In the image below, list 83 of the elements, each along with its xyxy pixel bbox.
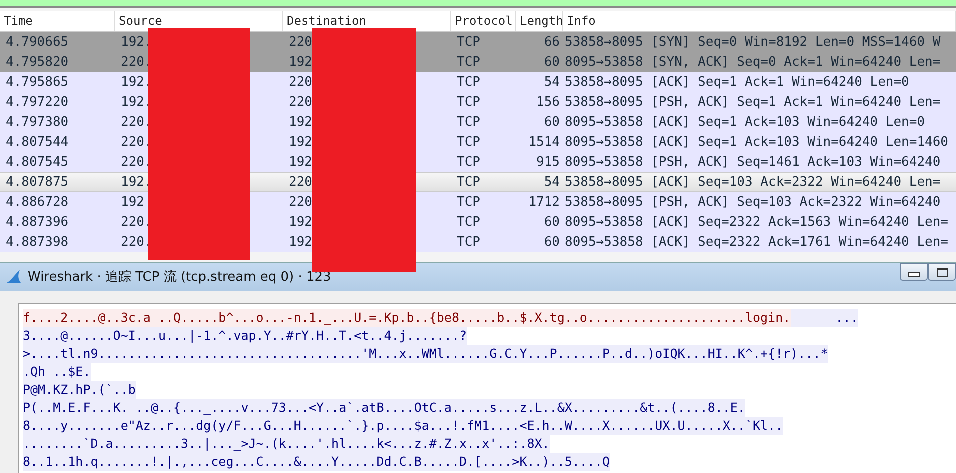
destination-cell-text: 220 (288, 194, 314, 210)
time-cell-text: 4.807544 (5, 134, 70, 150)
time-cell-text: 4.886728 (5, 194, 70, 210)
length-cell-text: 54 (543, 174, 561, 190)
source-cell-text: 220. (120, 134, 154, 150)
info-cell-text: 8095→53858 [ACK] Seq=2322 Ack=1761 Win=64240 Len= (564, 234, 950, 250)
destination-cell-text: 220 (288, 94, 314, 110)
length-cell-text: 60 (543, 234, 561, 250)
maximize-button[interactable] (928, 263, 956, 281)
source-cell-text: 220. (120, 154, 154, 170)
stream-text: ... (790, 309, 858, 327)
protocol-cell-text: TCP (456, 74, 482, 90)
column-header[interactable]: Length (516, 11, 563, 31)
protocol-cell-text: TCP (456, 94, 482, 110)
stream-text: 3....@......O~I...u...|-1.^.vap.Y..#rY.H..T.<t..4.j.......? (23, 327, 468, 345)
source-cell-text: 192. (120, 94, 154, 110)
destination-cell-text: 220 (288, 174, 314, 190)
time-cell-text: 4.807875 (5, 174, 70, 190)
protocol-cell-text: TCP (456, 234, 482, 250)
source-cell-text: 192 (120, 194, 146, 210)
source-cell-text: 220. (120, 234, 154, 250)
column-header[interactable]: Info (563, 11, 956, 31)
length-cell-text: 66 (543, 34, 561, 50)
info-cell-text: 53858→8095 [ACK] Seq=103 Ack=2322 Win=64240 Len= (564, 174, 942, 190)
info-cell-text: 8095→53858 [ACK] Seq=1 Ack=103 Win=64240 Len=1460 (564, 134, 950, 150)
source-cell-text: 192. (120, 34, 154, 50)
stream-text: 8....y.......e"Az..r...dg(y/F...G...H......`.}.p....$a...!.fM1....<E.h..W....X......UX.U.....X..`Kl.. (23, 417, 784, 435)
time-cell-text: 4.887398 (5, 234, 70, 250)
protocol-cell-text: TCP (456, 174, 482, 190)
column-header[interactable]: Time (0, 11, 115, 31)
stream-text: 8..1..1h.q.......!.|.,...ceg...C....&....Y.....Dd.C.B.....D.[....>K..)..5....Q (23, 453, 610, 471)
info-cell-text: 53858→8095 [PSH, ACK] Seq=103 Ack=2322 Win=64240 (564, 194, 942, 210)
protocol-cell-text: TCP (456, 34, 482, 50)
info-cell-text: 8095→53858 [ACK] Seq=2322 Ack=1563 Win=64240 Len= (564, 214, 950, 230)
destination-cell-text: 192 (288, 154, 314, 170)
shark-fin-icon (6, 269, 22, 285)
length-cell-text: 1712 (528, 194, 561, 210)
info-cell-text: 53858→8095 [SYN] Seq=0 Win=8192 Len=0 MSS=1460 W (564, 34, 942, 50)
source-cell-text: 220. (120, 214, 154, 230)
source-cell-text: 192. (120, 74, 154, 90)
destination-cell-text: 220 (288, 74, 314, 90)
destination-cell-text: 192 (288, 214, 314, 230)
time-cell-text: 4.807545 (5, 154, 70, 170)
length-cell-text: 156 (536, 94, 561, 110)
destination-cell-text: 192 (288, 234, 314, 250)
minimize-button[interactable] (900, 263, 928, 281)
time-cell-text: 4.797380 (5, 114, 70, 130)
stream-text: >....tl.n9...................................'M...x..WMl......G.C.Y...P......P..d..)oIQK...HI..K^.+{!r)...* (23, 345, 828, 363)
protocol-cell-text: TCP (456, 134, 482, 150)
source-cell-text: 192. (120, 174, 154, 190)
length-cell-text: 60 (543, 214, 561, 230)
time-cell-text: 4.797220 (5, 94, 70, 110)
info-cell-text: 8095→53858 [SYN, ACK] Seq=0 Ack=1 Win=64240 Len= (564, 54, 942, 70)
destination-cell-text: 192 (288, 134, 314, 150)
stream-text: .Qh ..$E. (23, 363, 91, 381)
length-cell-text: 60 (543, 54, 561, 70)
time-cell-text: 4.790665 (5, 34, 70, 50)
protocol-cell-text: TCP (456, 194, 482, 210)
info-cell-text: 8095→53858 [ACK] Seq=1 Ack=103 Win=64240 Len=0 (564, 114, 926, 130)
length-cell-text: 60 (543, 114, 561, 130)
protocol-cell-text: TCP (456, 114, 482, 130)
source-cell-text: 220. (120, 114, 154, 130)
time-cell-text: 4.795820 (5, 54, 70, 70)
info-cell-text: 8095→53858 [PSH, ACK] Seq=1461 Ack=103 Win=64240 (564, 154, 942, 170)
info-cell-text: 53858→8095 [PSH, ACK] Seq=1 Ack=1 Win=64240 Len= (564, 94, 942, 110)
stream-text: ........`D.a.........3..|..._>J~.(k....'.hl....k<...z.#.Z.x..x'..:.8X. (23, 435, 550, 453)
destination-cell-text: 192 (288, 54, 314, 70)
length-cell-text: 54 (543, 74, 561, 90)
time-cell-text: 4.795865 (5, 74, 70, 90)
stream-text: P@M.KZ.hP.(`..b (23, 381, 136, 399)
stream-text: f....2....@..3c.a ..Q.....b^...o...-n.1._...U.=.Kp.b..{be8.....b..$.X.tg..o.....................login. (23, 309, 791, 327)
protocol-cell-text: TCP (456, 154, 482, 170)
length-cell-text: 1514 (528, 134, 561, 150)
source-cell-text: 220. (120, 54, 154, 70)
destination-cell-text: 192 (288, 114, 314, 130)
column-header[interactable]: Protocol (451, 11, 516, 31)
info-cell-text: 53858→8095 [ACK] Seq=1 Ack=1 Win=64240 Len=0 (564, 74, 910, 90)
time-cell-text: 4.887396 (5, 214, 70, 230)
destination-cell-text: 220 (288, 34, 314, 50)
length-cell-text: 915 (536, 154, 561, 170)
stream-text: P(..M.E.F...K. ..@..{..._....v...73...<Y..a`.atB....OtC.a.....s...z.L..&X.........&t..(....8..E. (23, 399, 746, 417)
protocol-cell-text: TCP (456, 214, 482, 230)
protocol-cell-text: TCP (456, 54, 482, 70)
